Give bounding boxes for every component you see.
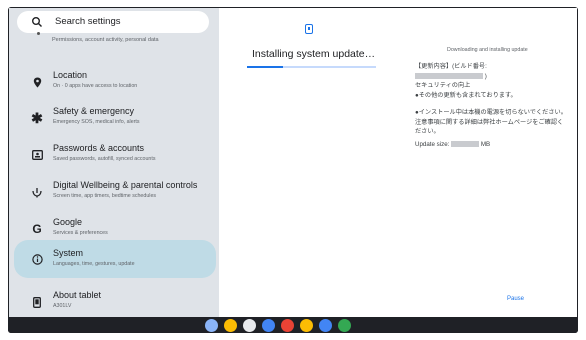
sidebar-item-subtitle: Services & preferences — [53, 230, 108, 236]
sidebar-item-about-tablet[interactable]: About tablet A301LV — [14, 284, 216, 317]
assistant-app-icon[interactable] — [319, 319, 332, 332]
notes-line: ●インストール中は本機の電源を切らないでください。 — [415, 108, 567, 116]
sidebar-item-subtitle: Languages, time, gestures, update — [53, 261, 135, 267]
sidebar-item-title: System — [53, 248, 84, 258]
notes-line: ●その他の更新も含まれております。 — [415, 92, 517, 100]
sidebar-item-subtitle: On · 0 apps have access to location — [53, 83, 138, 89]
installing-title: Installing system update… — [252, 48, 376, 60]
info-icon — [30, 252, 44, 266]
taskbar — [8, 317, 578, 333]
search-placeholder: Search settings — [55, 16, 121, 27]
tablet-frame: Search settings Permissions, account act… — [8, 7, 578, 333]
asterisk-icon: ✱ — [31, 109, 43, 126]
search-icon — [32, 17, 42, 27]
sidebar-item-title: About tablet — [53, 290, 102, 300]
notes-line: ) — [415, 72, 567, 82]
sidebar-item-title: Safety & emergency — [53, 106, 135, 116]
sidebar-item-digital-wellbeing[interactable]: Digital Wellbeing & parental controls Sc… — [14, 174, 216, 210]
google-g-icon: G — [32, 222, 42, 236]
update-size-line: Update size: MB — [415, 140, 491, 148]
search-settings-bar[interactable]: Search settings — [17, 11, 209, 33]
screen: Search settings Permissions, account act… — [9, 8, 577, 317]
sidebar-item-passwords[interactable]: Passwords & accounts Saved passwords, au… — [14, 137, 216, 173]
partial-item-icon — [37, 32, 40, 35]
update-progress-bar — [247, 66, 376, 68]
files-app-icon[interactable] — [205, 319, 218, 332]
update-progress-fill — [247, 66, 284, 68]
camera-app-icon[interactable] — [243, 319, 256, 332]
settings-app-icon[interactable] — [262, 319, 275, 332]
sidebar-item-safety[interactable]: ✱ Safety & emergency Emergency SOS, medi… — [14, 100, 216, 136]
sidebar-item-title: Digital Wellbeing & parental controls — [53, 180, 198, 190]
partial-item-subtitle: Permissions, account activity, personal … — [52, 37, 159, 43]
notes-line: セキュリティの向上 — [415, 82, 471, 90]
play-store-app-icon[interactable] — [281, 319, 294, 332]
notes-line: 【更新内容】(ビルド番号: — [415, 63, 487, 70]
sidebar-item-subtitle: A301LV — [53, 303, 72, 309]
apps-launcher-icon[interactable] — [338, 319, 351, 332]
redacted-update-size — [451, 141, 480, 148]
update-notes: 【更新内容】(ビルド番号: ) セキュリティの向上 ●その他の更新も含まれており… — [415, 62, 567, 150]
chrome-app-icon[interactable] — [224, 319, 237, 332]
system-update-pane: Installing system update… Downloading an… — [219, 8, 577, 317]
location-pin-icon — [30, 75, 44, 89]
pause-button[interactable]: Pause — [507, 296, 524, 302]
notes-line: 注意事項に関する詳細は弊社ホームページをご確認ください。 — [415, 118, 564, 136]
sidebar-item-title: Passwords & accounts — [53, 143, 145, 153]
photos-app-icon[interactable] — [300, 319, 313, 332]
tablet-icon — [30, 295, 44, 309]
account-card-icon — [30, 148, 44, 162]
redacted-build-number — [415, 73, 483, 80]
system-update-icon — [305, 24, 313, 34]
sidebar-item-title: Location — [53, 70, 88, 80]
sidebar-item-subtitle: Saved passwords, autofill, synced accoun… — [53, 156, 156, 162]
update-status-text: Downloading and installing update — [447, 47, 528, 53]
sidebar-item-title: Google — [53, 217, 83, 227]
sidebar-item-subtitle: Emergency SOS, medical info, alerts — [53, 119, 140, 125]
sidebar-item-system[interactable]: System Languages, time, gestures, update — [14, 240, 216, 278]
sidebar-item-subtitle: Screen time, app timers, bedtime schedul… — [53, 193, 157, 199]
wellbeing-icon — [30, 185, 44, 199]
settings-sidebar: Search settings Permissions, account act… — [9, 8, 219, 317]
sidebar-item-location[interactable]: Location On · 0 apps have access to loca… — [14, 64, 216, 100]
